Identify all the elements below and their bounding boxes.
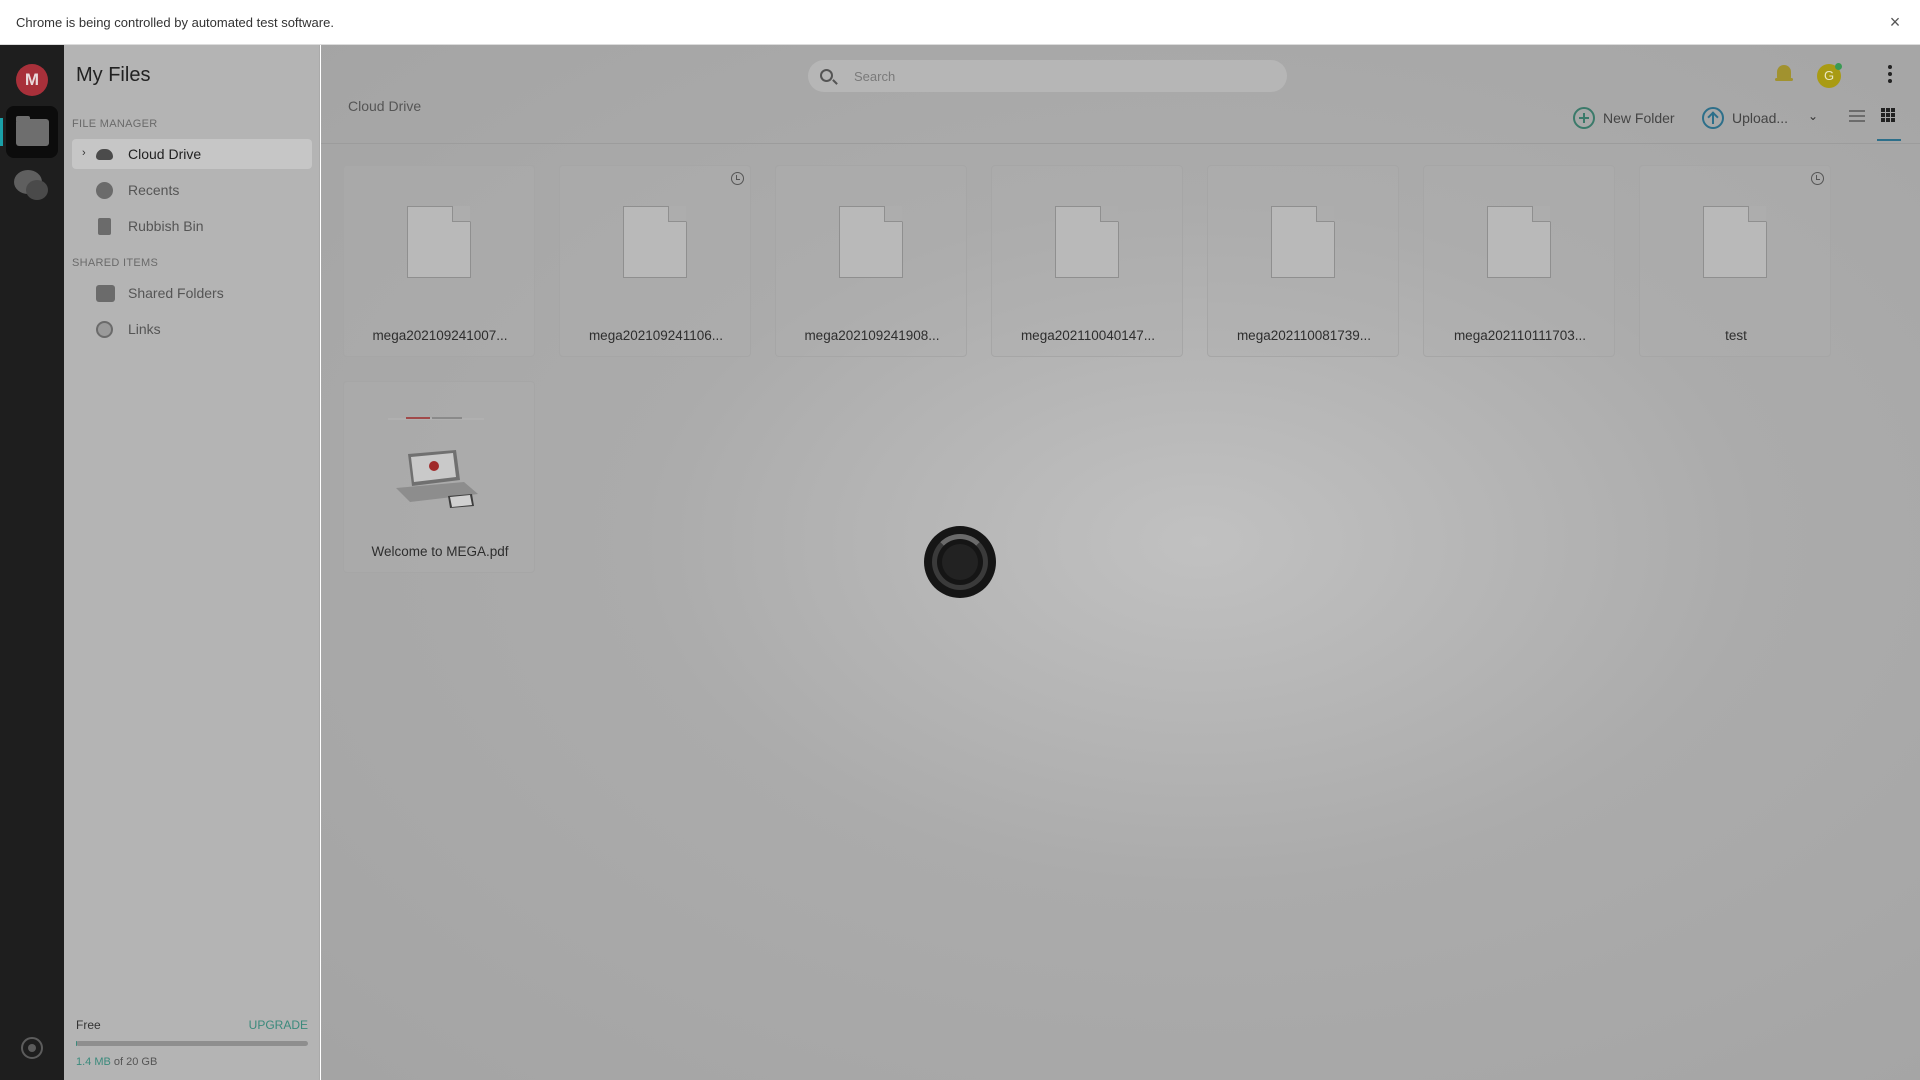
upload-button[interactable]: Upload... xyxy=(1702,106,1788,130)
file-icon-fold xyxy=(668,206,686,222)
mega-app: M My Files FILE MANAGER › Cloud Drive Re… xyxy=(0,45,1920,1080)
file-tile[interactable]: mega202110111703... xyxy=(1423,165,1615,357)
file-tile[interactable]: test xyxy=(1639,165,1831,357)
sidebar-item-cloud-drive[interactable]: › Cloud Drive xyxy=(72,139,312,169)
add-circle-icon xyxy=(1573,107,1595,129)
storage-plan: Free UPGRADE 1.4 MB of 20 GB xyxy=(64,1000,320,1080)
spinner-core xyxy=(942,544,978,580)
file-name: Welcome to MEGA.pdf xyxy=(371,544,509,559)
mega-logo[interactable]: M xyxy=(16,64,48,96)
shared-folder-icon xyxy=(96,285,115,302)
version-history-icon[interactable] xyxy=(1811,172,1824,185)
storage-bar-fill xyxy=(76,1041,77,1046)
top-bar: G xyxy=(321,45,1920,100)
automation-infobar: Chrome is being controlled by automated … xyxy=(0,0,1920,45)
avatar[interactable]: G xyxy=(1817,63,1842,88)
storage-total: of 20 GB xyxy=(110,1056,158,1068)
search-input[interactable] xyxy=(854,66,1254,86)
loading-spinner xyxy=(924,526,996,598)
file-icon-fold xyxy=(1748,206,1766,222)
file-icon-fold xyxy=(1100,206,1118,222)
active-view-indicator xyxy=(1877,139,1901,141)
file-tile[interactable]: mega202109241007... xyxy=(343,165,535,357)
chevron-right-icon[interactable]: › xyxy=(82,147,86,159)
sidebar-item-label: Recents xyxy=(128,182,180,198)
plan-name: Free xyxy=(76,1018,101,1032)
more-options-icon[interactable] xyxy=(1886,64,1894,86)
bell-icon[interactable] xyxy=(1775,65,1793,83)
active-indicator xyxy=(0,118,3,146)
icon-rail: M xyxy=(0,45,64,1080)
file-manager-panel: My Files FILE MANAGER › Cloud Drive Rece… xyxy=(64,45,320,1080)
storage-usage: 1.4 MB of 20 GB xyxy=(76,1056,157,1068)
upgrade-link[interactable]: UPGRADE xyxy=(249,1018,308,1032)
version-history-icon[interactable] xyxy=(731,172,744,185)
sidebar-item-label: Cloud Drive xyxy=(128,146,202,162)
shared-items-heading: SHARED ITEMS xyxy=(72,257,159,269)
sidebar-item-label: Rubbish Bin xyxy=(128,218,204,234)
sidebar-item-links[interactable]: Links xyxy=(72,314,312,344)
file-icon-fold xyxy=(452,206,470,222)
file-icon-fold xyxy=(1532,206,1550,222)
files-nav-button[interactable] xyxy=(0,106,58,158)
upload-icon xyxy=(1702,107,1724,129)
sidebar-item-recents[interactable]: Recents xyxy=(72,175,312,205)
search-box[interactable] xyxy=(808,60,1287,92)
file-tile[interactable]: Welcome to MEGA.pdf xyxy=(343,381,535,573)
panel-title: My Files xyxy=(76,64,151,86)
new-folder-button[interactable]: New Folder xyxy=(1573,106,1675,130)
clock-icon xyxy=(96,182,113,199)
pdf-thumbnail xyxy=(388,417,484,508)
grid-view-icon[interactable] xyxy=(1881,108,1897,124)
list-view-icon[interactable] xyxy=(1849,110,1865,124)
file-name: mega202110111703... xyxy=(1453,328,1587,343)
trash-icon xyxy=(98,218,111,235)
sidebar-item-label: Shared Folders xyxy=(128,285,224,301)
search-icon xyxy=(820,69,833,82)
file-name: mega202109241908... xyxy=(804,328,940,343)
upload-label: Upload... xyxy=(1732,110,1789,126)
chat-nav-button[interactable] xyxy=(14,170,50,206)
file-name: mega202110081739... xyxy=(1236,328,1372,343)
sidebar-item-label: Links xyxy=(128,321,161,337)
file-manager-heading: FILE MANAGER xyxy=(72,118,158,130)
infobar-message: Chrome is being controlled by automated … xyxy=(16,14,334,30)
file-tile[interactable]: mega202110081739... xyxy=(1207,165,1399,357)
settings-icon[interactable] xyxy=(21,1037,43,1059)
breadcrumb[interactable]: Cloud Drive xyxy=(348,98,421,114)
folder-icon xyxy=(16,116,49,146)
online-status-dot xyxy=(1835,63,1842,70)
file-name: mega202109241007... xyxy=(372,328,508,343)
sidebar-item-shared-folders[interactable]: Shared Folders xyxy=(72,278,312,308)
file-tile[interactable]: mega202110040147... xyxy=(991,165,1183,357)
file-name: mega202109241106... xyxy=(588,328,724,343)
file-name: mega202110040147... xyxy=(1020,328,1156,343)
main-area: G Cloud Drive New Folder Upload... ⌄ meg… xyxy=(321,45,1920,1080)
link-icon xyxy=(96,321,113,338)
file-icon-fold xyxy=(1316,206,1334,222)
bell-icon-base xyxy=(1775,78,1793,81)
bell-icon-body xyxy=(1777,65,1791,79)
sidebar-item-rubbish-bin[interactable]: Rubbish Bin xyxy=(72,211,312,241)
chat-icon-bubble xyxy=(26,180,48,200)
close-icon[interactable]: × xyxy=(1884,11,1906,33)
storage-bar xyxy=(76,1041,308,1046)
new-folder-label: New Folder xyxy=(1603,110,1675,126)
storage-used: 1.4 MB xyxy=(76,1056,111,1068)
file-icon-fold xyxy=(884,206,902,222)
chevron-down-icon[interactable]: ⌄ xyxy=(1808,109,1818,123)
file-tile[interactable]: mega202109241106... xyxy=(559,165,751,357)
avatar-letter: G xyxy=(1823,68,1835,83)
toolbar xyxy=(321,100,1920,144)
cloud-icon xyxy=(96,149,113,160)
file-name: test xyxy=(1725,328,1747,343)
file-tile[interactable]: mega202109241908... xyxy=(775,165,967,357)
